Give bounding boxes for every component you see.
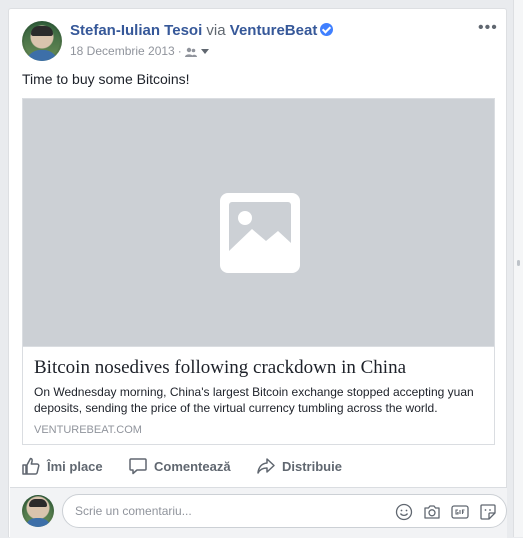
author-name-link[interactable]: Stefan-Iulian Tesoi (70, 22, 202, 39)
via-page-link[interactable]: VentureBeat (230, 22, 318, 39)
link-domain: VENTUREBEAT.COM (34, 424, 142, 436)
more-options-icon[interactable]: ••• (478, 20, 497, 36)
share-button[interactable]: Distribuie (256, 454, 342, 478)
post-date-link[interactable]: 18 Decembrie 2013 (70, 44, 175, 58)
comment-composer (10, 487, 507, 538)
avatar-cap (29, 499, 47, 507)
scrollbar-thumb[interactable] (517, 260, 520, 266)
image-placeholder-icon (220, 193, 300, 273)
gif-icon[interactable] (450, 502, 470, 522)
share-icon (257, 458, 275, 474)
post-text: Time to buy some Bitcoins! (22, 71, 190, 87)
post-card: Stefan-Iulian Tesoi via VentureBeat 18 D… (8, 8, 507, 538)
avatar-cap (31, 26, 53, 36)
sticker-icon[interactable] (478, 502, 498, 522)
meta-separator: · (177, 44, 182, 58)
post-header-names: Stefan-Iulian Tesoi via VentureBeat (70, 21, 334, 41)
author-avatar[interactable] (22, 21, 62, 61)
share-label: Distribuie (282, 458, 342, 474)
verified-badge-icon (320, 23, 334, 36)
comment-button[interactable]: Comentează (128, 454, 231, 478)
audience-dropdown-icon[interactable] (200, 49, 209, 54)
like-label: Îmi place (47, 458, 103, 474)
comment-input[interactable] (75, 495, 375, 527)
commenter-avatar[interactable] (22, 495, 54, 527)
post-actions-bar: Îmi place Comentează Distribuie (9, 454, 506, 478)
like-icon (22, 457, 40, 475)
avatar-shirt (25, 518, 51, 527)
friends-icon[interactable] (184, 45, 197, 61)
link-preview-image[interactable] (23, 99, 494, 347)
emoji-icon[interactable] (394, 502, 414, 522)
link-title[interactable]: Bitcoin nosedives following crackdown in… (34, 356, 406, 380)
avatar-shirt (26, 50, 58, 61)
page-scrollbar[interactable] (513, 0, 523, 537)
camera-icon[interactable] (422, 502, 442, 522)
comment-icon (129, 458, 147, 475)
composer-icons (394, 502, 498, 522)
like-button[interactable]: Îmi place (21, 454, 103, 478)
comment-label: Comentează (154, 458, 231, 474)
link-description: On Wednesday morning, China's largest Bi… (34, 385, 474, 415)
link-preview-card[interactable]: Bitcoin nosedives following crackdown in… (22, 98, 495, 445)
via-text: via (206, 22, 226, 39)
post-meta: 18 Decembrie 2013 · (70, 43, 209, 61)
comment-input-box[interactable] (62, 494, 507, 528)
